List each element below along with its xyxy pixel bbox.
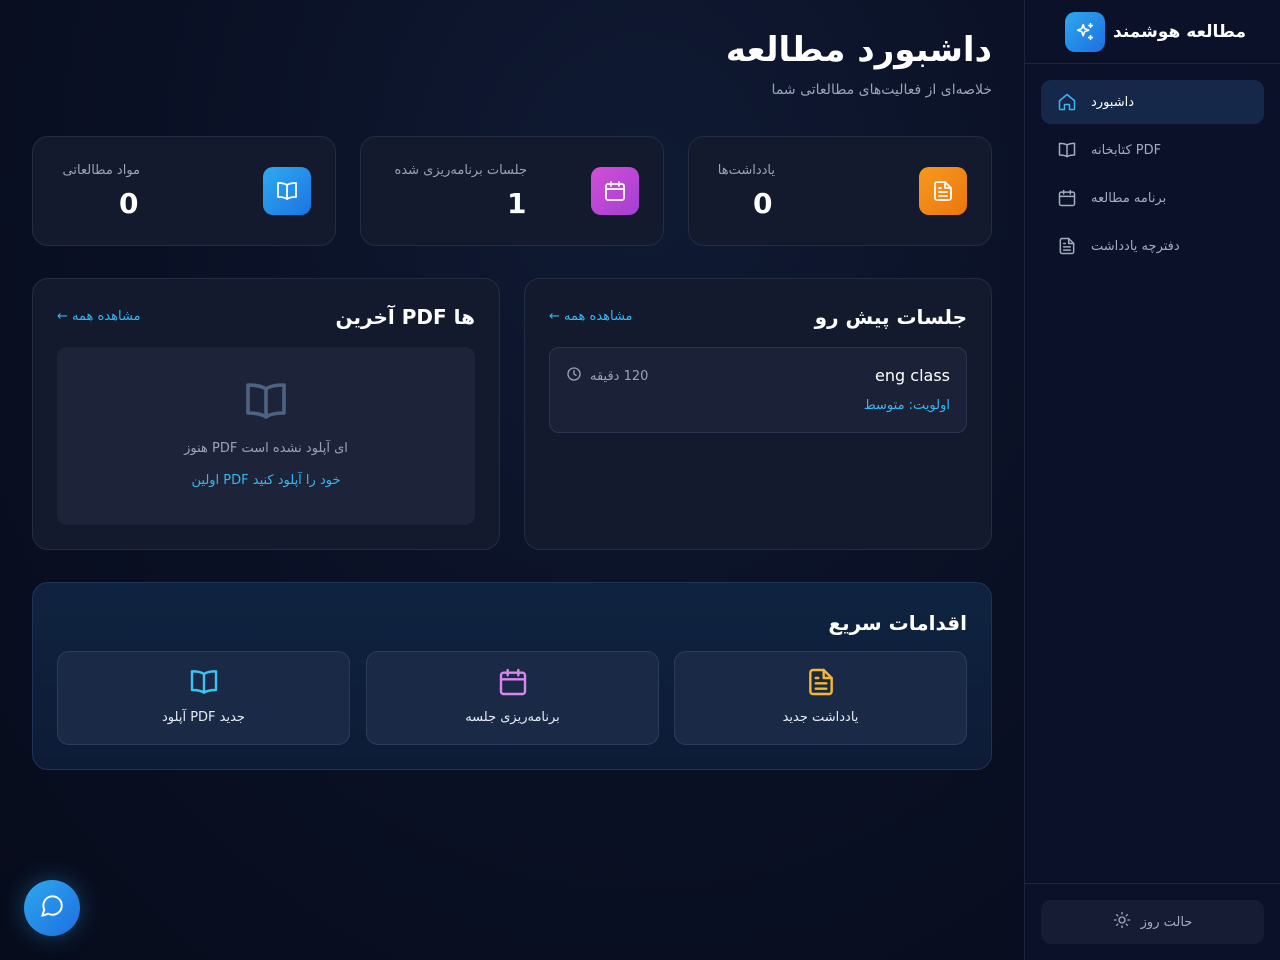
sidebar-nav: داشبورد کتابخانه PDF برنامه مطالعه دفترچ…	[1025, 64, 1280, 288]
book-icon	[242, 377, 290, 429]
sidebar-item-label: برنامه مطالعه	[1091, 190, 1167, 206]
file-text-icon	[919, 167, 967, 215]
book-icon	[1057, 140, 1077, 160]
stat-label: جلسات برنامه‌ریزی شده	[394, 163, 527, 178]
clock-icon	[566, 366, 582, 386]
upcoming-sessions-panel: جلسات پیش رو ← مشاهده همه eng class اولو…	[524, 278, 992, 550]
recent-pdfs-panel: آخرین PDF ها ← مشاهده همه هنوز PDF ای آپ…	[32, 278, 500, 550]
page-title: داشبورد مطالعه	[725, 30, 992, 70]
brand-title: مطالعه هوشمند	[1113, 21, 1246, 42]
theme-toggle-label: حالت روز	[1140, 914, 1193, 930]
sidebar-item-notebook[interactable]: دفترچه یادداشت	[1041, 224, 1264, 268]
stat-label: یادداشت‌ها	[717, 163, 775, 178]
book-icon	[263, 167, 311, 215]
stat-value: 0	[753, 187, 773, 220]
quick-actions-panel: اقدامات سریع آپلود PDF جدید برنامه‌ریزی …	[32, 582, 992, 770]
upload-pdf-button[interactable]: آپلود PDF جدید	[57, 651, 350, 745]
sidebar-item-study-plan[interactable]: برنامه مطالعه	[1041, 176, 1264, 220]
page-subtitle: خلاصه‌ای از فعالیت‌های مطالعاتی شما	[771, 82, 992, 98]
sidebar: مطالعه هوشمند داشبورد کتابخانه PDF برنام…	[1024, 0, 1280, 960]
chat-bubble-icon	[39, 893, 65, 923]
chat-button[interactable]	[24, 880, 80, 936]
brand[interactable]: مطالعه هوشمند	[1025, 0, 1280, 64]
calendar-icon	[1057, 188, 1077, 208]
stat-card-materials: مواد مطالعاتی 0	[32, 136, 336, 246]
upload-first-pdf-link[interactable]: اولین PDF خود را آپلود کنید	[57, 473, 475, 488]
sidebar-item-pdf-library[interactable]: کتابخانه PDF	[1041, 128, 1264, 172]
quick-action-label: یادداشت جدید	[782, 710, 859, 725]
empty-state-text: هنوز PDF ای آپلود نشده است	[184, 441, 348, 456]
session-card[interactable]: eng class اولویت: متوسط 120 دقیقه	[549, 347, 967, 433]
panel-title: جلسات پیش رو	[814, 305, 967, 329]
schedule-session-button[interactable]: برنامه‌ریزی جلسه	[366, 651, 659, 745]
quick-action-label: آپلود PDF جدید	[162, 710, 245, 725]
session-duration: 120 دقیقه	[566, 366, 648, 386]
sidebar-item-dashboard[interactable]: داشبورد	[1041, 80, 1264, 124]
calendar-icon	[497, 666, 529, 702]
session-name: eng class	[875, 366, 950, 385]
sun-icon	[1113, 911, 1131, 933]
sidebar-item-label: داشبورد	[1091, 94, 1134, 110]
new-note-button[interactable]: یادداشت جدید	[674, 651, 967, 745]
stat-label: مواد مطالعاتی	[62, 163, 140, 178]
book-icon	[188, 666, 220, 702]
stat-card-notes: یادداشت‌ها 0	[688, 136, 992, 246]
pdf-empty-state: هنوز PDF ای آپلود نشده است اولین PDF خود…	[57, 347, 475, 525]
sidebar-item-label: کتابخانه PDF	[1091, 142, 1162, 158]
view-all-sessions-link[interactable]: ← مشاهده همه	[549, 309, 633, 324]
sparkles-icon	[1065, 11, 1105, 52]
stat-card-sessions: جلسات برنامه‌ریزی شده 1	[360, 136, 664, 246]
stat-value: 0	[119, 187, 139, 220]
theme-toggle-button[interactable]: حالت روز	[1041, 900, 1264, 944]
stat-value: 1	[507, 187, 527, 220]
file-text-icon	[1057, 236, 1077, 256]
sidebar-footer: حالت روز	[1025, 883, 1280, 960]
session-duration-text: 120 دقیقه	[590, 368, 649, 384]
panel-title: آخرین PDF ها	[335, 305, 475, 329]
quick-actions-title: اقدامات سریع	[828, 611, 967, 635]
calendar-icon	[591, 167, 639, 215]
home-icon	[1057, 92, 1077, 112]
sidebar-item-label: دفترچه یادداشت	[1091, 238, 1180, 254]
file-text-icon	[805, 666, 837, 702]
quick-action-label: برنامه‌ریزی جلسه	[465, 710, 560, 725]
view-all-pdfs-link[interactable]: ← مشاهده همه	[57, 309, 141, 324]
session-priority: اولویت: متوسط	[863, 398, 950, 413]
